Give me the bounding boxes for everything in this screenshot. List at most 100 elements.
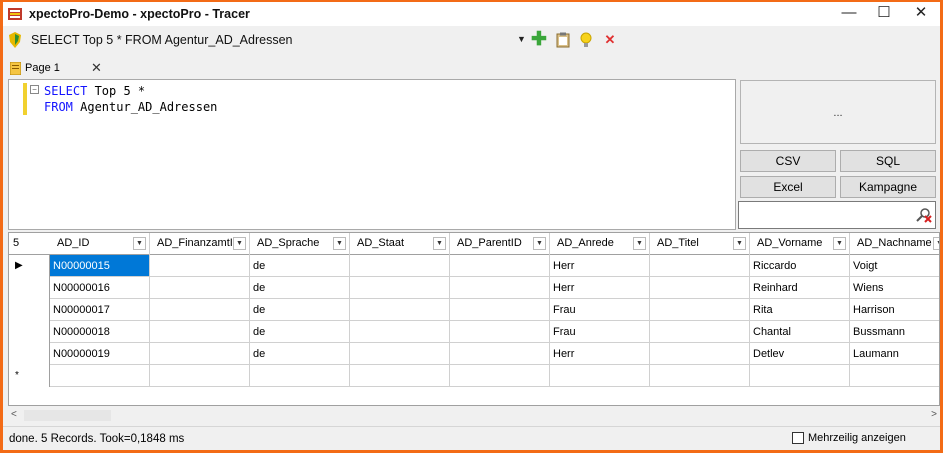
multiline-checkbox-label[interactable]: Mehrzeilig anzeigen	[808, 432, 906, 444]
table-cell[interactable]	[150, 299, 250, 321]
table-cell[interactable]: N00000015	[50, 255, 150, 277]
column-header[interactable]: AD_Vorname ▼	[750, 233, 850, 255]
column-header[interactable]: AD_ParentID ▼	[450, 233, 550, 255]
table-cell[interactable]	[350, 343, 450, 365]
query-dropdown-icon[interactable]: ▼	[517, 34, 526, 44]
add-icon[interactable]: ✚	[530, 30, 548, 49]
column-filter-dropdown-icon[interactable]: ▼	[233, 237, 246, 250]
table-cell[interactable]	[250, 365, 350, 387]
info-box[interactable]: ...	[740, 80, 936, 144]
column-header[interactable]: AD_Staat ▼	[350, 233, 450, 255]
table-cell[interactable]: Laumann	[850, 343, 939, 365]
table-cell[interactable]: Detlev	[750, 343, 850, 365]
tab-close-icon[interactable]: ✕	[91, 60, 102, 76]
delete-icon[interactable]: ✕	[601, 31, 619, 49]
title-bar[interactable]: xpectoPro-Demo - xpectoPro - Tracer — ☐ …	[3, 2, 940, 26]
sql-editor[interactable]: − SELECT Top 5 * FROM Agentur_AD_Adressen	[8, 79, 736, 230]
scroll-left-icon[interactable]: <	[11, 409, 17, 420]
column-filter-dropdown-icon[interactable]: ▼	[433, 237, 446, 250]
row-header[interactable]: ▶	[9, 255, 50, 277]
table-cell[interactable]	[450, 255, 550, 277]
table-cell[interactable]: Voigt	[850, 255, 939, 277]
table-cell[interactable]: Frau	[550, 299, 650, 321]
clipboard-icon[interactable]	[554, 31, 572, 49]
table-cell[interactable]: de	[250, 321, 350, 343]
filter-input[interactable]	[738, 201, 936, 229]
table-cell[interactable]: de	[250, 299, 350, 321]
clear-search-icon[interactable]	[916, 207, 932, 223]
row-header[interactable]: *	[9, 365, 50, 387]
multiline-checkbox[interactable]	[792, 432, 804, 444]
csv-button[interactable]: CSV	[740, 150, 836, 172]
new-row[interactable]: *	[9, 365, 939, 387]
sql-text[interactable]: SELECT Top 5 * FROM Agentur_AD_Adressen	[44, 83, 217, 115]
table-cell[interactable]: N00000019	[50, 343, 150, 365]
table-cell[interactable]	[450, 365, 550, 387]
table-cell[interactable]	[450, 277, 550, 299]
table-cell[interactable]	[150, 255, 250, 277]
table-cell[interactable]	[650, 365, 750, 387]
table-cell[interactable]	[350, 277, 450, 299]
column-filter-dropdown-icon[interactable]: ▼	[633, 237, 646, 250]
table-cell[interactable]	[150, 365, 250, 387]
table-cell[interactable]	[550, 365, 650, 387]
kampagne-button[interactable]: Kampagne	[840, 176, 936, 198]
column-filter-dropdown-icon[interactable]: ▼	[533, 237, 546, 250]
table-cell[interactable]: Herr	[550, 343, 650, 365]
column-header[interactable]: AD_Nachname▼	[850, 233, 939, 255]
table-cell[interactable]	[650, 255, 750, 277]
column-filter-dropdown-icon[interactable]: ▼	[333, 237, 346, 250]
table-cell[interactable]: Frau	[550, 321, 650, 343]
fold-icon[interactable]: −	[30, 85, 39, 94]
table-cell[interactable]: Riccardo	[750, 255, 850, 277]
table-row[interactable]: N00000016 de Herr Reinhard Wiens	[9, 277, 939, 299]
table-cell[interactable]	[650, 321, 750, 343]
tab-page-1[interactable]: Page 1 ✕	[5, 57, 109, 79]
column-header[interactable]: AD_Titel ▼	[650, 233, 750, 255]
table-cell[interactable]: Chantal	[750, 321, 850, 343]
column-filter-dropdown-icon[interactable]: ▼	[933, 237, 939, 250]
row-header[interactable]	[9, 277, 50, 299]
table-cell[interactable]: de	[250, 343, 350, 365]
column-filter-dropdown-icon[interactable]: ▼	[733, 237, 746, 250]
table-cell[interactable]: Harrison	[850, 299, 939, 321]
table-cell[interactable]: Reinhard	[750, 277, 850, 299]
table-row[interactable]: ▶ N00000015 de Herr Riccardo Voigt	[9, 255, 939, 277]
table-cell[interactable]: de	[250, 255, 350, 277]
table-cell[interactable]: N00000016	[50, 277, 150, 299]
scroll-right-icon[interactable]: >	[931, 409, 937, 420]
table-cell[interactable]	[350, 321, 450, 343]
table-cell[interactable]	[50, 365, 150, 387]
row-header[interactable]	[9, 321, 50, 343]
table-cell[interactable]	[450, 343, 550, 365]
table-cell[interactable]: de	[250, 277, 350, 299]
table-cell[interactable]: N00000017	[50, 299, 150, 321]
row-header[interactable]	[9, 299, 50, 321]
table-cell[interactable]	[450, 299, 550, 321]
sql-button[interactable]: SQL	[840, 150, 936, 172]
horizontal-scrollbar[interactable]: < >	[8, 407, 940, 424]
table-cell[interactable]	[750, 365, 850, 387]
table-cell[interactable]	[650, 277, 750, 299]
column-header[interactable]: AD_Sprache ▼	[250, 233, 350, 255]
column-header[interactable]: AD_Anrede ▼	[550, 233, 650, 255]
table-row[interactable]: N00000017 de Frau Rita Harrison	[9, 299, 939, 321]
scroll-thumb[interactable]	[24, 410, 111, 421]
table-cell[interactable]	[450, 321, 550, 343]
column-header[interactable]: AD_FinanzamtI ▼	[150, 233, 250, 255]
table-cell[interactable]: Herr	[550, 277, 650, 299]
table-cell[interactable]	[150, 277, 250, 299]
table-cell[interactable]: Wiens	[850, 277, 939, 299]
column-filter-dropdown-icon[interactable]: ▼	[833, 237, 846, 250]
table-cell[interactable]: Bussmann	[850, 321, 939, 343]
table-cell[interactable]	[850, 365, 939, 387]
table-cell[interactable]	[650, 299, 750, 321]
lightbulb-icon[interactable]	[577, 31, 595, 49]
minimize-button[interactable]: —	[829, 2, 869, 26]
excel-button[interactable]: Excel	[740, 176, 836, 198]
column-header[interactable]: AD_ID ▼	[50, 233, 150, 255]
table-cell[interactable]: Rita	[750, 299, 850, 321]
table-cell[interactable]	[350, 255, 450, 277]
table-cell[interactable]: N00000018	[50, 321, 150, 343]
table-row[interactable]: N00000018 de Frau Chantal Bussmann	[9, 321, 939, 343]
